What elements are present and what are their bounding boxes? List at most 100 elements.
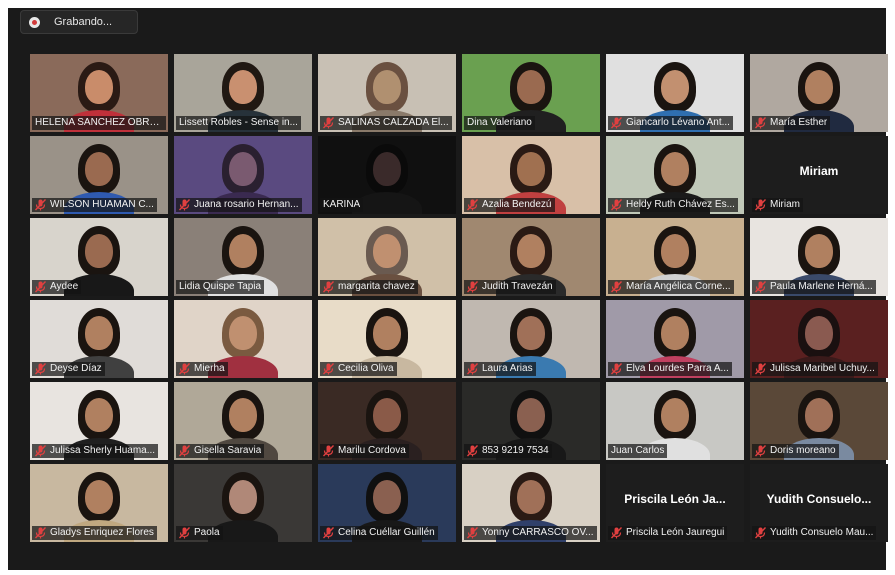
participant-name-label: Lidia Quispe Tapia xyxy=(176,280,265,294)
muted-mic-icon xyxy=(754,117,767,129)
participant-name-label: María Esther xyxy=(752,116,831,130)
participant-tile[interactable]: Julissa Sherly Huama... xyxy=(30,382,168,460)
participant-tile[interactable]: Laura Arias xyxy=(462,300,600,378)
participant-name-label: SALINAS CALZADA El... xyxy=(320,116,452,130)
participant-face xyxy=(805,398,833,432)
participant-tile[interactable]: SALINAS CALZADA El... xyxy=(318,54,456,132)
participant-name-label: Judith Travezán xyxy=(464,280,556,294)
participant-name: Giancarlo Lévano Ant... xyxy=(626,117,730,128)
meeting-gallery-view: Grabando... HELENA SANCHEZ OBRE... Lisset… xyxy=(8,8,888,570)
participant-name: Elva Lourdes Parra A... xyxy=(626,363,729,374)
participant-name-label: Aydee xyxy=(32,280,82,294)
participant-tile[interactable]: Lissett Robles - Sense in... xyxy=(174,54,312,132)
participant-name-label: Deyse Díaz xyxy=(32,362,105,376)
participant-tile[interactable]: Aydee xyxy=(30,218,168,296)
participant-tile[interactable]: Juana rosario Hernan... xyxy=(174,136,312,214)
participant-face xyxy=(805,316,833,350)
participant-tile[interactable]: WILSON HUAMAN C... xyxy=(30,136,168,214)
participant-face xyxy=(517,316,545,350)
participant-tile[interactable]: Dina Valeriano xyxy=(462,54,600,132)
participant-name: WILSON HUAMAN C... xyxy=(50,199,154,210)
participant-tile[interactable]: Yonny CARRASCO OV... xyxy=(462,464,600,542)
muted-mic-icon xyxy=(466,527,479,539)
participant-tile[interactable]: HELENA SANCHEZ OBRE... xyxy=(30,54,168,132)
participant-name: Marilu Cordova xyxy=(338,445,406,456)
recording-label: Grabando... xyxy=(54,16,113,28)
participant-name-label: Cecilia Oliva xyxy=(320,362,397,376)
participant-name: Lidia Quispe Tapia xyxy=(179,281,262,292)
participant-name: Priscila León Jauregui xyxy=(626,527,725,538)
participant-display-name: Yudith Consuelo... xyxy=(766,492,872,506)
participant-tile[interactable]: Mierha xyxy=(174,300,312,378)
participant-tile[interactable]: 853 9219 7534 xyxy=(462,382,600,460)
participant-face xyxy=(517,398,545,432)
participant-name: Paula Marlene Herná... xyxy=(770,281,873,292)
participant-tile[interactable]: Priscila León Ja... Priscila León Jauregu… xyxy=(606,464,744,542)
participant-tile[interactable]: Azalia Bendezú xyxy=(462,136,600,214)
participant-tile[interactable]: Paola xyxy=(174,464,312,542)
participant-name: Heldy Ruth Chávez Es... xyxy=(626,199,735,210)
participant-tile[interactable]: Miriam Miriam xyxy=(750,136,888,214)
participant-tile[interactable]: Judith Travezán xyxy=(462,218,600,296)
participant-face xyxy=(661,234,689,268)
participant-tile[interactable]: Paula Marlene Herná... xyxy=(750,218,888,296)
participant-name-label: WILSON HUAMAN C... xyxy=(32,198,157,212)
participant-face xyxy=(373,70,401,104)
participant-tile[interactable]: margarita chavez xyxy=(318,218,456,296)
participant-face xyxy=(373,152,401,186)
participant-face xyxy=(373,234,401,268)
muted-mic-icon xyxy=(178,363,191,375)
participant-tile[interactable]: Marilu Cordova xyxy=(318,382,456,460)
participant-name-label: Yudith Consuelo Mau... xyxy=(752,526,877,540)
participant-name-label: Celina Cuéllar Guillén xyxy=(320,526,438,540)
participant-tile[interactable]: Gisella Saravia xyxy=(174,382,312,460)
participant-tile[interactable]: KARINA xyxy=(318,136,456,214)
participant-tile[interactable]: Julissa Maribel Uchuy... xyxy=(750,300,888,378)
participant-tile[interactable]: Gladys Enriquez Flores xyxy=(30,464,168,542)
participant-name: Doris moreano xyxy=(770,445,836,456)
participant-name-label: margarita chavez xyxy=(320,280,418,294)
participant-name-label: Giancarlo Lévano Ant... xyxy=(608,116,733,130)
participant-tile[interactable]: Elva Lourdes Parra A... xyxy=(606,300,744,378)
participant-name: Deyse Díaz xyxy=(50,363,102,374)
participant-face xyxy=(373,398,401,432)
participant-tile[interactable]: María Esther xyxy=(750,54,888,132)
record-icon xyxy=(29,16,40,28)
participant-name: Mierha xyxy=(194,363,225,374)
participant-name: Celina Cuéllar Guillén xyxy=(338,527,435,538)
muted-mic-icon xyxy=(610,527,623,539)
participant-face xyxy=(517,234,545,268)
muted-mic-icon xyxy=(754,199,767,211)
participant-name: Yonny CARRASCO OV... xyxy=(482,527,594,538)
participant-face xyxy=(517,480,545,514)
participant-face xyxy=(661,70,689,104)
participant-face xyxy=(229,234,257,268)
participant-tile[interactable]: Cecilia Oliva xyxy=(318,300,456,378)
participant-face xyxy=(229,316,257,350)
recording-indicator[interactable]: Grabando... xyxy=(20,10,138,34)
participant-tile[interactable]: Doris moreano xyxy=(750,382,888,460)
participant-name-label: Juana rosario Hernan... xyxy=(176,198,302,212)
muted-mic-icon xyxy=(322,117,335,129)
participant-name-label: Doris moreano xyxy=(752,444,839,458)
muted-mic-icon xyxy=(754,445,767,457)
participant-name: María Angélica Corne... xyxy=(626,281,731,292)
participant-face xyxy=(85,70,113,104)
muted-mic-icon xyxy=(178,199,191,211)
participant-name-label: Yonny CARRASCO OV... xyxy=(464,526,597,540)
participant-face xyxy=(85,398,113,432)
participant-name: Lissett Robles - Sense in... xyxy=(179,117,298,128)
participant-tile[interactable]: Juan Carlos xyxy=(606,382,744,460)
participant-name: Julissa Sherly Huama... xyxy=(50,445,156,456)
participant-tile[interactable]: Lidia Quispe Tapia xyxy=(174,218,312,296)
participant-tile[interactable]: María Angélica Corne... xyxy=(606,218,744,296)
participant-name-label: Gisella Saravia xyxy=(176,444,265,458)
participant-tile[interactable]: Giancarlo Lévano Ant... xyxy=(606,54,744,132)
muted-mic-icon xyxy=(34,199,47,211)
participant-tile[interactable]: Deyse Díaz xyxy=(30,300,168,378)
participant-tile[interactable]: Yudith Consuelo... Yudith Consuelo Mau... xyxy=(750,464,888,542)
participant-tile[interactable]: Celina Cuéllar Guillén xyxy=(318,464,456,542)
participant-name-label: Marilu Cordova xyxy=(320,444,409,458)
participant-tile[interactable]: Heldy Ruth Chávez Es... xyxy=(606,136,744,214)
participant-name-label: Azalia Bendezú xyxy=(464,198,555,212)
